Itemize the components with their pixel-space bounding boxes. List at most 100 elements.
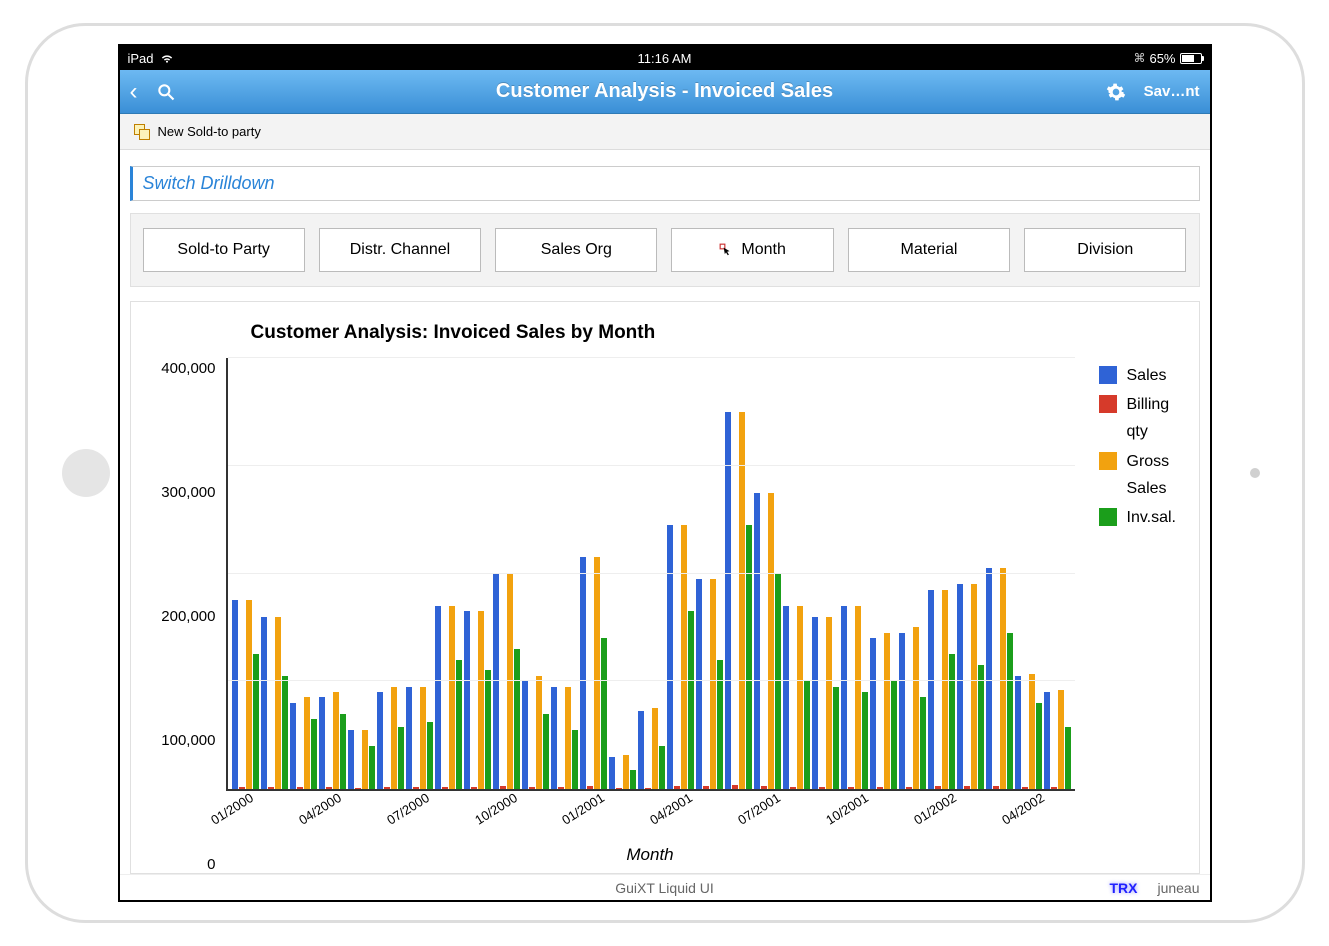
legend-swatch [1099,452,1117,470]
bar [819,787,825,789]
x-tick: 04/2002 [999,790,1047,828]
bluetooth-icon: ⌘ [1133,51,1145,65]
bar-group [899,358,926,789]
bar [732,785,738,789]
bar-group [1015,358,1042,789]
new-party-button[interactable]: New Sold-to party [158,124,261,139]
bar [833,687,839,789]
bar [246,600,252,789]
bar [529,787,535,789]
bar [464,611,470,789]
bar [594,557,600,789]
bar-group [493,358,520,789]
bar-group [696,358,723,789]
bar [703,786,709,789]
bar-group [580,358,607,789]
bar-group [783,358,810,789]
bar [507,574,513,790]
bar [442,787,448,789]
bar-group [551,358,578,789]
bar [891,681,897,789]
bar [768,493,774,789]
bar-group [609,358,636,789]
x-axis-labels: 01/200004/200007/200010/200001/200104/20… [226,795,1075,841]
bar [696,579,702,789]
bar [739,412,745,789]
bar [862,692,868,789]
bar [855,606,861,789]
gridline [228,357,1075,358]
bar [942,590,948,789]
filter-month[interactable]: Month [671,228,833,272]
legend-label: Inv.sal. [1127,504,1177,531]
legend-item: Gross Sales [1099,448,1189,502]
bar [899,633,905,789]
bar [964,786,970,789]
y-axis: 400,000300,000200,000100,0000 [141,358,226,873]
footer-center: GuiXT Liquid UI [615,880,714,896]
bar [659,746,665,789]
bar [775,574,781,790]
bar [572,730,578,789]
bar [485,670,491,789]
bar [993,786,999,789]
bar-group [232,358,259,789]
user-label[interactable]: Sav…nt [1144,83,1200,100]
bar [674,786,680,789]
battery-icon [1180,53,1202,64]
bar-group [638,358,665,789]
bar-group [754,358,781,789]
server-label: juneau [1157,880,1199,896]
bar [297,787,303,789]
bar [435,606,441,789]
bar [790,787,796,789]
filter-distr-channel[interactable]: Distr. Channel [319,228,481,272]
bar [514,649,520,789]
filter-sales-org[interactable]: Sales Org [495,228,657,272]
gridline [228,573,1075,574]
bar [877,787,883,789]
legend-swatch [1099,366,1117,384]
search-icon[interactable] [156,82,176,102]
bar [797,606,803,789]
filter-sold-to-party[interactable]: Sold-to Party [143,228,305,272]
bar [551,687,557,789]
legend-swatch [1099,508,1117,526]
legend-label: Gross Sales [1127,448,1189,502]
bar [812,617,818,789]
bar [391,687,397,789]
bar [1000,568,1006,789]
bar [906,787,912,789]
legend-label: Sales [1127,362,1167,389]
bar [239,787,245,789]
bar-group [348,358,375,789]
chart-card: Customer Analysis: Invoiced Sales by Mon… [130,301,1200,874]
filter-material[interactable]: Material [848,228,1010,272]
switch-drilldown-header[interactable]: Switch Drilldown [130,166,1200,201]
wifi-icon [160,51,174,65]
legend-swatch [1099,395,1117,413]
screen: iPad 11:16 AM ⌘ 65% ‹ Customer Analysis … [118,44,1212,902]
bar-group [667,358,694,789]
bar [971,584,977,789]
home-button[interactable] [62,449,110,497]
filter-division[interactable]: Division [1024,228,1186,272]
bar-group [812,358,839,789]
device-label: iPad [128,51,154,66]
bar [638,711,644,789]
bar [884,633,890,789]
bar [841,606,847,789]
filter-label: Sold-to Party [177,241,269,259]
bar [565,687,571,789]
bar [986,568,992,789]
bar [913,627,919,789]
bar [413,787,419,789]
bar [725,412,731,789]
back-button[interactable]: ‹ [130,78,138,106]
drilldown-filter-row: Sold-to Party Distr. Channel Sales Org Mont… [130,213,1200,287]
bar [616,788,622,789]
bar [543,714,549,789]
y-tick: 200,000 [161,608,215,625]
gear-icon[interactable] [1106,82,1126,102]
trx-button[interactable]: TRX [1109,880,1137,896]
